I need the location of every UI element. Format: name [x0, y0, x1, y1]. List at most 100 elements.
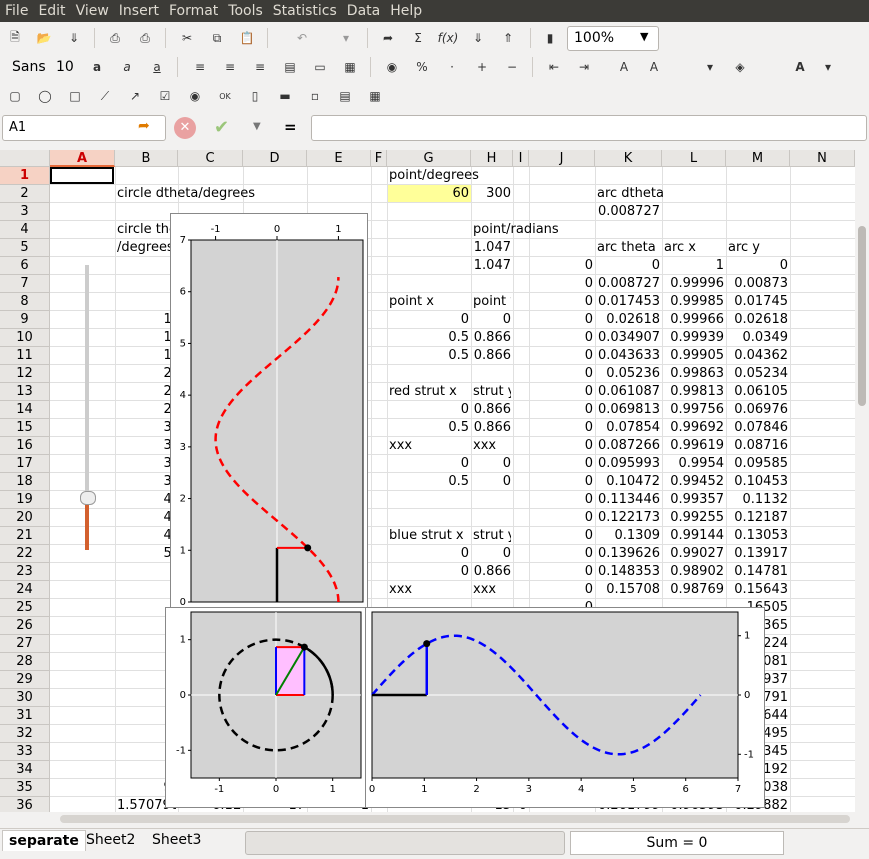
- cell-l14[interactable]: 0.99756: [664, 401, 724, 419]
- row-header-11[interactable]: 11: [0, 347, 50, 365]
- undo-icon[interactable]: ↶: [292, 28, 312, 48]
- goto-icon[interactable]: ➦: [378, 28, 398, 48]
- row-header-2[interactable]: 2: [0, 185, 50, 203]
- cell-h8[interactable]: point y: [473, 293, 511, 311]
- chevron-down-icon[interactable]: ▾: [818, 57, 838, 77]
- cell-b2[interactable]: circle dtheta/degrees: [117, 185, 297, 203]
- column-header-k[interactable]: K: [595, 150, 662, 167]
- cell-k24[interactable]: 0.15708: [597, 581, 660, 599]
- cell-k19[interactable]: 0.113446: [597, 491, 660, 509]
- line-icon[interactable]: ⟋: [95, 86, 115, 106]
- cell-h2[interactable]: 300: [473, 185, 511, 203]
- cell-h24[interactable]: xxx: [473, 581, 511, 599]
- cell-h15[interactable]: 0.866: [473, 419, 511, 437]
- ellipse-icon[interactable]: ◯: [35, 86, 55, 106]
- radio-icon[interactable]: ◉: [185, 86, 205, 106]
- cell-m10[interactable]: 0.0349: [728, 329, 789, 347]
- menu-edit[interactable]: Edit: [33, 0, 70, 19]
- goto-arrow-icon[interactable]: ➦: [138, 118, 150, 134]
- cell-g17[interactable]: 0: [389, 455, 469, 473]
- thousands-icon[interactable]: ·: [442, 57, 462, 77]
- superscript-icon[interactable]: A: [614, 57, 634, 77]
- row-header-21[interactable]: 21: [0, 527, 50, 545]
- percent-icon[interactable]: %: [412, 57, 432, 77]
- row-header-19[interactable]: 19: [0, 491, 50, 509]
- menu-format[interactable]: Format: [164, 0, 223, 19]
- cell-j14[interactable]: 0: [531, 401, 593, 419]
- cell-j15[interactable]: 0: [531, 419, 593, 437]
- cell-h6[interactable]: 1.047: [473, 257, 511, 275]
- split-icon[interactable]: ▦: [340, 57, 360, 77]
- cell-g14[interactable]: 0: [389, 401, 469, 419]
- cell-m23[interactable]: 0.14781: [728, 563, 788, 581]
- cell-h23[interactable]: 0.866: [473, 563, 511, 581]
- formula-input[interactable]: [311, 115, 867, 141]
- align-center-icon[interactable]: ≡: [220, 57, 240, 77]
- column-header-l[interactable]: L: [662, 150, 726, 167]
- menu-tools[interactable]: Tools: [223, 0, 268, 19]
- row-header-33[interactable]: 33: [0, 743, 50, 761]
- cell-l11[interactable]: 0.99905: [664, 347, 724, 365]
- row-header-8[interactable]: 8: [0, 293, 50, 311]
- frame-icon[interactable]: □: [65, 86, 85, 106]
- cell-k15[interactable]: 0.07854: [597, 419, 660, 437]
- row-header-29[interactable]: 29: [0, 671, 50, 689]
- cell-h18[interactable]: 0: [473, 473, 511, 491]
- tab-sheet2[interactable]: Sheet2: [80, 830, 141, 850]
- cell-m20[interactable]: 0.12187: [728, 509, 788, 527]
- cell-m24[interactable]: 0.15643: [728, 581, 788, 599]
- cell-h10[interactable]: 0.866: [473, 329, 511, 347]
- row-header-7[interactable]: 7: [0, 275, 50, 293]
- column-header-j[interactable]: J: [529, 150, 595, 167]
- cell-m21[interactable]: 0.13053: [728, 527, 788, 545]
- currency-icon[interactable]: ◉: [382, 57, 402, 77]
- zoom-select[interactable]: 100% ▼: [567, 26, 659, 51]
- cell-k18[interactable]: 0.10472: [597, 473, 660, 491]
- row-header-28[interactable]: 28: [0, 653, 50, 671]
- cell-k20[interactable]: 0.122173: [597, 509, 660, 527]
- cell-g9[interactable]: 0: [389, 311, 469, 329]
- row-header-30[interactable]: 30: [0, 689, 50, 707]
- selected-cell-a1[interactable]: [50, 167, 114, 184]
- tab-sheet3[interactable]: Sheet3: [146, 830, 207, 850]
- cell-l23[interactable]: 0.98902: [664, 563, 724, 581]
- cell-j16[interactable]: 0: [531, 437, 593, 455]
- cell-m12[interactable]: 0.05234: [728, 365, 788, 383]
- cell-m13[interactable]: 0.06105: [728, 383, 788, 401]
- column-header-m[interactable]: M: [726, 150, 790, 167]
- cell-k8[interactable]: 0.017453: [597, 293, 660, 311]
- cell-g2[interactable]: 60: [389, 185, 469, 203]
- cell-g11[interactable]: 0.5: [389, 347, 469, 365]
- new-icon[interactable]: 🗎: [5, 28, 25, 48]
- cell-b5[interactable]: /degrees: [117, 239, 177, 257]
- row-header-13[interactable]: 13: [0, 383, 50, 401]
- copy-icon[interactable]: ⧉: [207, 28, 227, 48]
- row-header-16[interactable]: 16: [0, 437, 50, 455]
- row-header-15[interactable]: 15: [0, 419, 50, 437]
- menu-file[interactable]: File: [0, 0, 33, 19]
- function-icon[interactable]: f(x): [438, 28, 459, 48]
- cell-g13[interactable]: red strut x: [389, 383, 469, 401]
- cell-k3[interactable]: 0.008727: [597, 203, 660, 221]
- paste-icon[interactable]: 📋: [237, 28, 257, 48]
- align-right-icon[interactable]: ≡: [250, 57, 270, 77]
- cell-j20[interactable]: 0: [531, 509, 593, 527]
- cell-g16[interactable]: xxx: [389, 437, 469, 455]
- bold-icon[interactable]: a: [87, 57, 107, 77]
- cell-k22[interactable]: 0.139626: [597, 545, 660, 563]
- row-header-26[interactable]: 26: [0, 617, 50, 635]
- align-left-icon[interactable]: ≡: [190, 57, 210, 77]
- cell-h22[interactable]: 0: [473, 545, 511, 563]
- cell-k12[interactable]: 0.05236: [597, 365, 660, 383]
- increase-indent-icon[interactable]: ⇥: [574, 57, 594, 77]
- cell-k16[interactable]: 0.087266: [597, 437, 660, 455]
- menu-help[interactable]: Help: [385, 0, 427, 19]
- merge-icon[interactable]: ▤: [280, 57, 300, 77]
- row-header-10[interactable]: 10: [0, 329, 50, 347]
- cell-b4[interactable]: circle the: [117, 221, 177, 239]
- cell-j6[interactable]: 0: [531, 257, 593, 275]
- cell-g8[interactable]: point x: [389, 293, 469, 311]
- cell-l12[interactable]: 0.99863: [664, 365, 724, 383]
- select-all-corner[interactable]: [0, 150, 50, 167]
- decrease-indent-icon[interactable]: ⇤: [544, 57, 564, 77]
